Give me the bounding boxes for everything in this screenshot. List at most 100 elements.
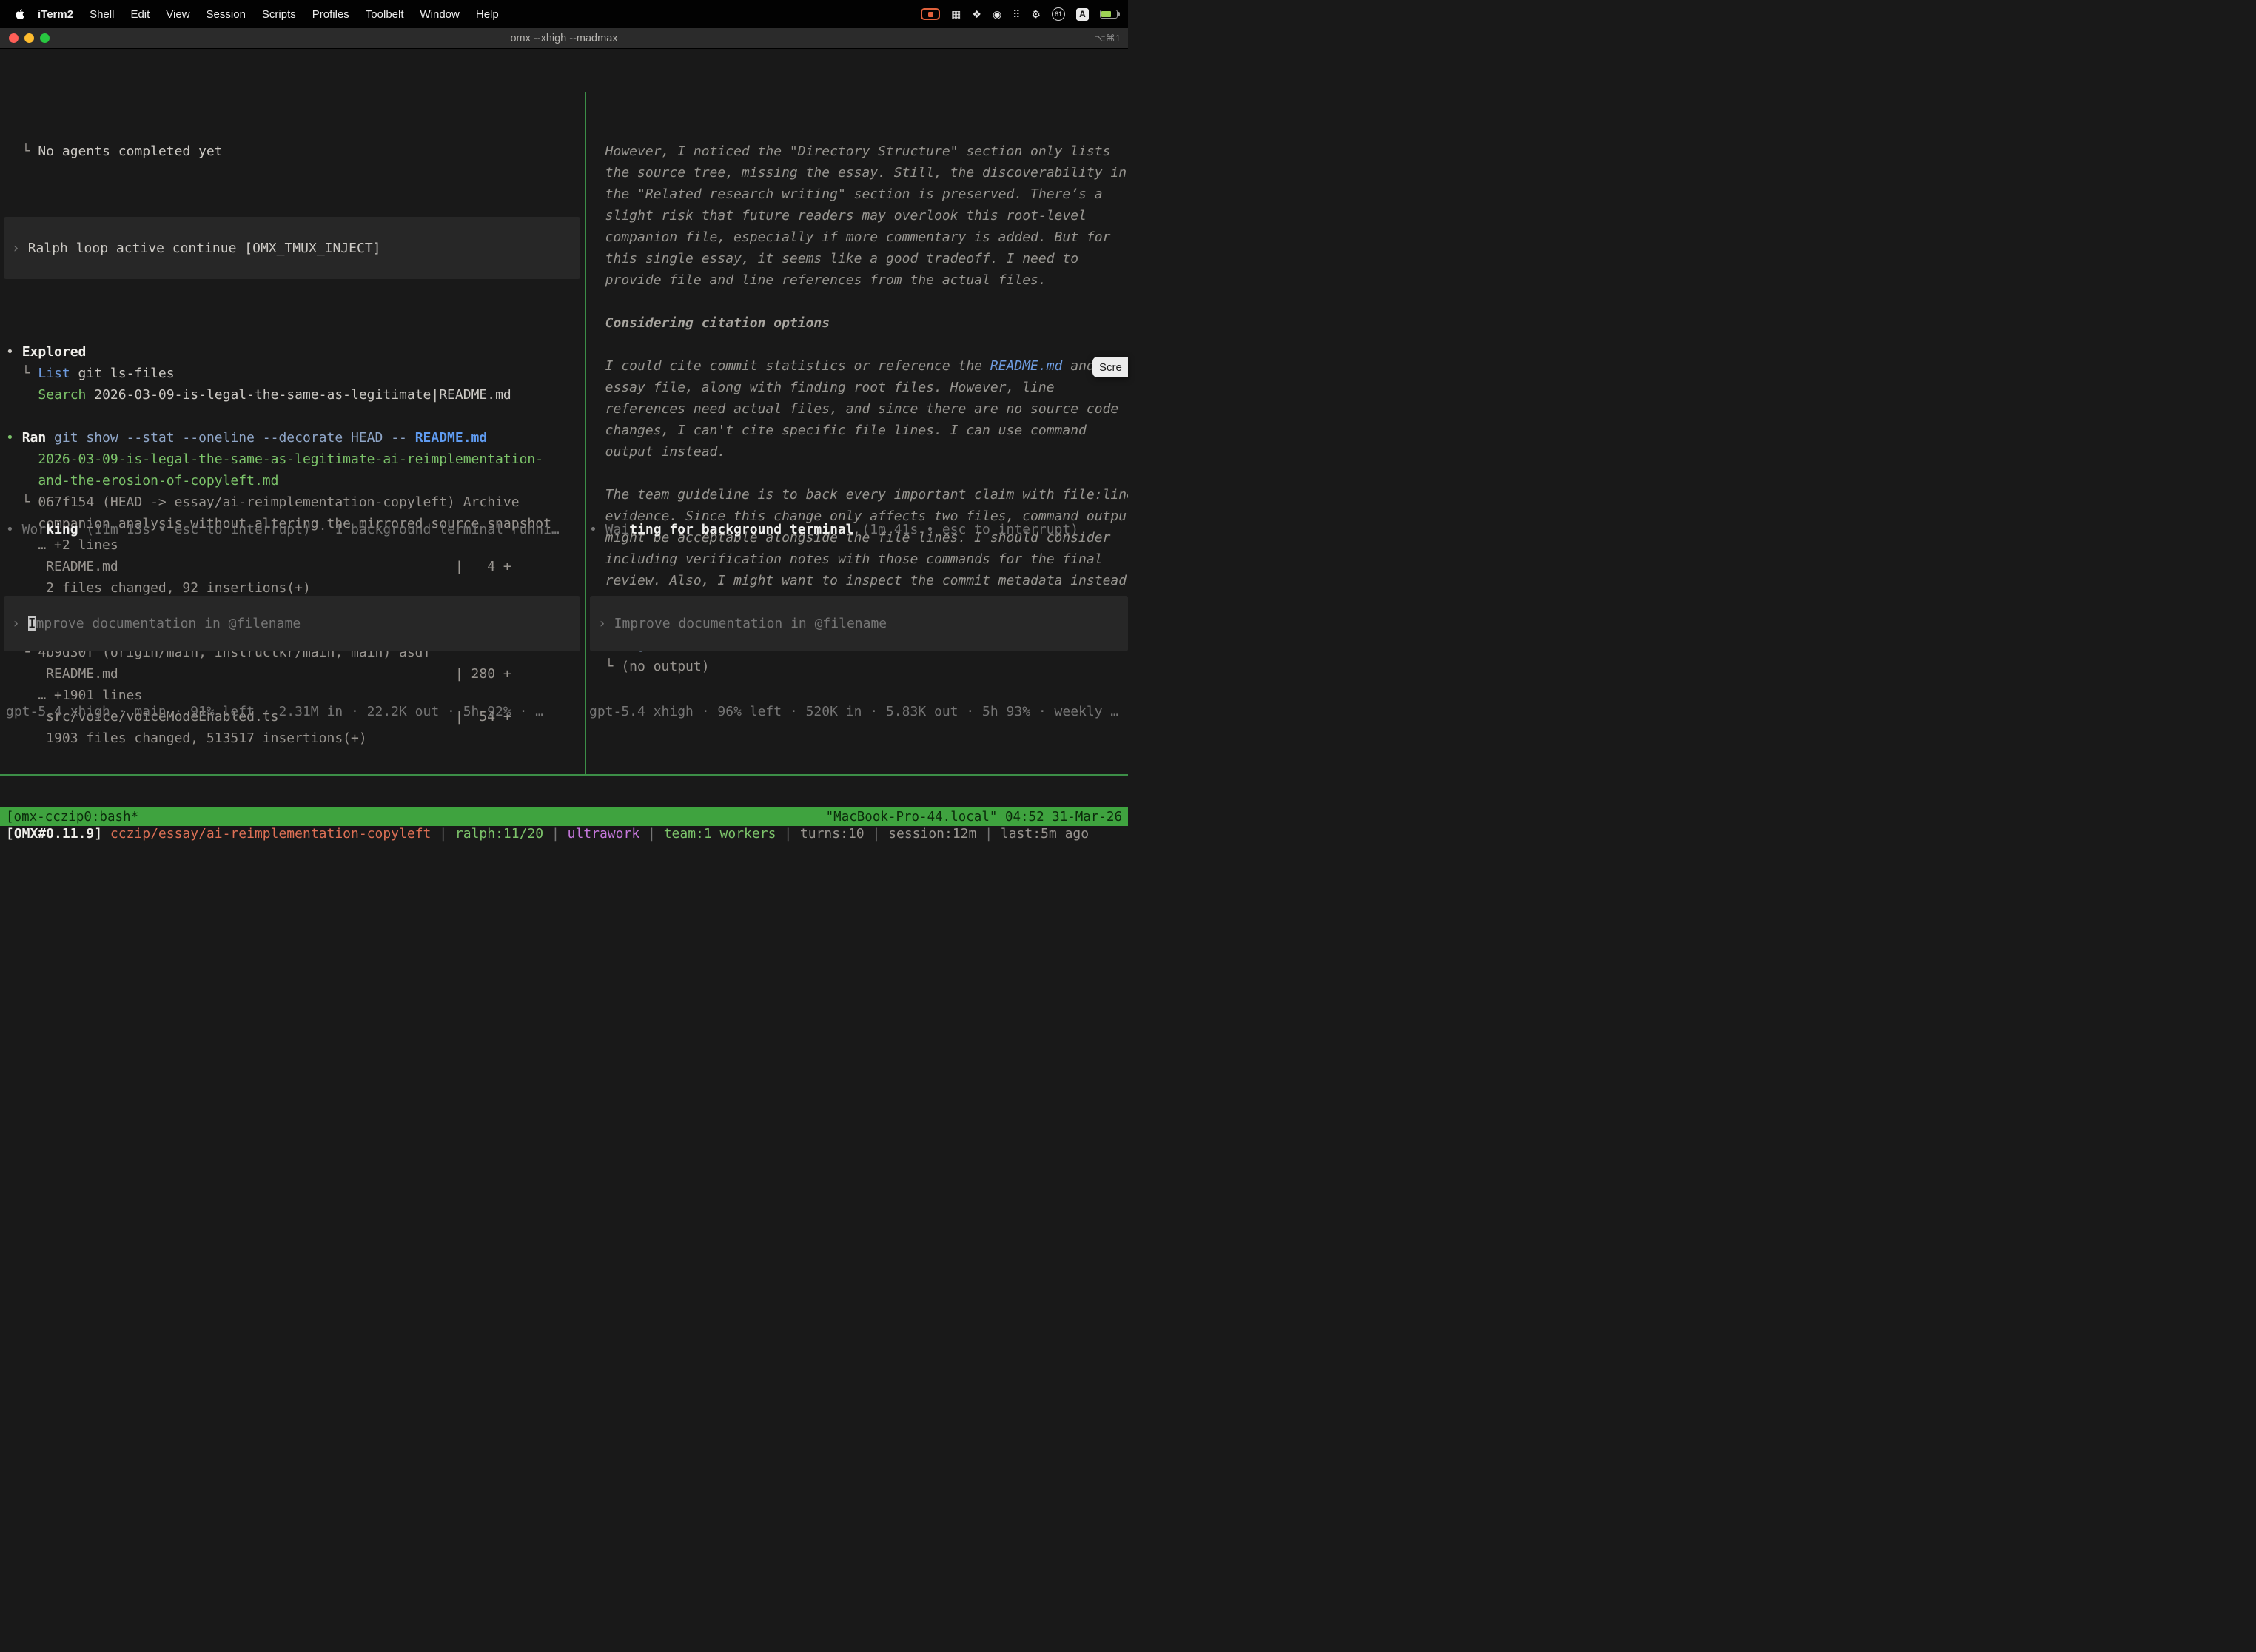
terminal-line: provide file and line references from th… bbox=[589, 269, 1128, 291]
text-segment: the source tree, missing the essay. Stil… bbox=[589, 165, 1127, 181]
zoom-button[interactable] bbox=[40, 33, 50, 43]
omx-status-line: [OMX#0.11.9] cczip/essay/ai-reimplementa… bbox=[0, 823, 1128, 845]
text-segment: mprove documentation in @filename bbox=[36, 616, 301, 631]
menu-item-iterm2[interactable]: iTerm2 bbox=[30, 8, 81, 21]
status-icons: ▦ ❖ ◉ ⠿ ⚙ bbox=[951, 9, 1041, 19]
terminal: └ No agents completed yet › Ralph loop a… bbox=[0, 49, 1128, 826]
text-segment: README.md bbox=[415, 430, 488, 446]
text-segment: • bbox=[6, 344, 22, 360]
ralph-loop-line: › Ralph loop active continue [OMX_TMUX_I… bbox=[12, 238, 381, 259]
menu-item-edit[interactable]: Edit bbox=[122, 8, 158, 21]
left-pane[interactable]: └ No agents completed yet › Ralph loop a… bbox=[0, 92, 586, 774]
menu-item-profiles[interactable]: Profiles bbox=[304, 8, 357, 21]
text-segment: git ls-files bbox=[70, 366, 175, 381]
window-title: omx --xhigh --madmax bbox=[0, 33, 1128, 44]
text-segment: ralph:11/20 bbox=[455, 826, 543, 842]
tmux-session-label: [omx-cczip0:bash* bbox=[6, 810, 138, 825]
text-segment: (11m 13s • esc to interrupt) · 1 backgro… bbox=[78, 522, 560, 537]
prompt-text: › Improve documentation in @filename bbox=[598, 613, 887, 634]
text-segment: slight risk that future readers may over… bbox=[589, 208, 1087, 224]
right-pane-bottom: • Waiting for background terminal (1m 41… bbox=[586, 476, 1128, 774]
terminal-line bbox=[589, 334, 1128, 355]
text-segment: references need actual files, and since … bbox=[589, 401, 1118, 417]
screen-recording-indicator[interactable] bbox=[921, 8, 940, 20]
text-segment: the "Related research writing" section i… bbox=[589, 187, 1103, 202]
gear-icon[interactable]: ⚙ bbox=[1031, 9, 1041, 19]
minimize-button[interactable] bbox=[24, 33, 34, 43]
menu-item-shell[interactable]: Shell bbox=[81, 8, 122, 21]
text-segment: last:5m ago bbox=[1001, 826, 1089, 842]
text-segment: • bbox=[6, 430, 22, 446]
working-status-line: • Working (11m 13s • esc to interrupt) ·… bbox=[0, 519, 585, 540]
terminal-line: └ List git ls-files bbox=[6, 363, 585, 384]
right-pane[interactable]: However, I noticed the "Directory Struct… bbox=[586, 92, 1128, 774]
grid-icon[interactable]: ▦ bbox=[951, 9, 961, 19]
notification-peek[interactable]: Scre bbox=[1092, 357, 1128, 377]
traffic-lights bbox=[0, 33, 50, 43]
terminal-line: However, I noticed the "Directory Struct… bbox=[589, 141, 1128, 162]
close-button[interactable] bbox=[9, 33, 19, 43]
text-segment: Ran bbox=[22, 430, 47, 446]
terminal-line: Search 2026-03-09-is-legal-the-same-as-l… bbox=[6, 384, 585, 406]
menu-item-help[interactable]: Help bbox=[468, 8, 507, 21]
terminal-line: companion file, especially if more comme… bbox=[589, 226, 1128, 248]
ralph-loop-banner: › Ralph loop active continue [OMX_TMUX_I… bbox=[4, 217, 580, 279]
text-segment: › bbox=[12, 241, 28, 256]
terminal-line: changes, I can't cite specific file line… bbox=[589, 420, 1128, 441]
percent-badge[interactable]: 61 bbox=[1052, 7, 1065, 21]
terminal-line: • Explored bbox=[6, 341, 585, 363]
dots-grid-icon[interactable]: ⠿ bbox=[1013, 9, 1020, 19]
text-segment: team:1 workers bbox=[664, 826, 776, 842]
text-segment: However, I noticed the "Directory Struct… bbox=[589, 144, 1110, 159]
text-segment: › Improve documentation in @filename bbox=[598, 616, 887, 631]
left-pane-bottom: • Working (11m 13s • esc to interrupt) ·… bbox=[0, 476, 585, 774]
input-source-badge[interactable]: A bbox=[1076, 8, 1089, 21]
text-segment: README.md bbox=[990, 358, 1063, 374]
text-segment: 2026-03-09-is-legal-the-same-as-legitima… bbox=[86, 387, 511, 403]
battery-icon[interactable] bbox=[1100, 10, 1118, 19]
terminal-line bbox=[589, 291, 1128, 312]
text-segment: turns:10 bbox=[800, 826, 865, 842]
text-segment: • Wor bbox=[6, 522, 46, 537]
text-segment: companion file, especially if more comme… bbox=[589, 229, 1110, 245]
battery-fill bbox=[1101, 11, 1111, 17]
model-status-line: gpt-5.4 xhigh · main · 91% left · 2.31M … bbox=[0, 701, 585, 722]
text-segment: | bbox=[776, 826, 800, 842]
text-segment: › bbox=[12, 616, 28, 631]
text-segment: └ bbox=[6, 366, 38, 381]
terminal-line: 2026-03-09-is-legal-the-same-as-legitima… bbox=[6, 449, 585, 470]
text-segment: cczip/essay/ai-reimplementation-copyleft bbox=[110, 826, 431, 842]
prompt-input[interactable]: › Improve documentation in @filename bbox=[4, 596, 580, 651]
apple-menu-icon[interactable] bbox=[15, 8, 25, 20]
circle-icon[interactable]: ◉ bbox=[993, 9, 1001, 19]
menu-item-toolbelt[interactable]: Toolbelt bbox=[357, 8, 412, 21]
no-agents-line: └ No agents completed yet bbox=[6, 141, 585, 162]
terminal-line: Considering citation options bbox=[589, 312, 1128, 334]
prompt-text: › Improve documentation in @filename bbox=[12, 613, 301, 634]
menu-bar: iTerm2ShellEditViewSessionScriptsProfile… bbox=[0, 0, 1128, 28]
menu-item-view[interactable]: View bbox=[158, 8, 198, 21]
terminal-line bbox=[6, 406, 585, 427]
waiting-status-line: • Waiting for background terminal (1m 41… bbox=[586, 519, 1128, 540]
prompt-input[interactable]: › Improve documentation in @filename bbox=[590, 596, 1128, 651]
text-segment: I bbox=[28, 616, 36, 631]
text-segment: | bbox=[431, 826, 455, 842]
text-segment: git show --stat --oneline --decorate HEA… bbox=[46, 430, 415, 446]
menu-item-window[interactable]: Window bbox=[412, 8, 468, 21]
text-segment: output instead. bbox=[589, 444, 725, 460]
text-segment: [OMX#0.11.9] bbox=[6, 826, 110, 842]
menu-items: iTerm2ShellEditViewSessionScriptsProfile… bbox=[30, 8, 507, 21]
tmux-host-time: "MacBook-Pro-44.local" 04:52 31-Mar-26 bbox=[826, 810, 1122, 825]
menu-item-scripts[interactable]: Scripts bbox=[254, 8, 304, 21]
model-status-line: gpt-5.4 xhigh · 96% left · 520K in · 5.8… bbox=[586, 701, 1128, 722]
text-segment: | bbox=[639, 826, 664, 842]
text-segment: 2026-03-09-is-legal-the-same-as-legitima… bbox=[6, 451, 543, 467]
stack-icon[interactable]: ❖ bbox=[972, 9, 981, 19]
terminal-line: output instead. bbox=[589, 441, 1128, 463]
text-segment: Explored bbox=[22, 344, 87, 360]
text-segment: | bbox=[543, 826, 568, 842]
menu-item-session[interactable]: Session bbox=[198, 8, 254, 21]
terminal-line: I could cite commit statistics or refere… bbox=[589, 355, 1128, 377]
text-segment: Search bbox=[38, 387, 86, 403]
text-segment: session:12m bbox=[888, 826, 976, 842]
